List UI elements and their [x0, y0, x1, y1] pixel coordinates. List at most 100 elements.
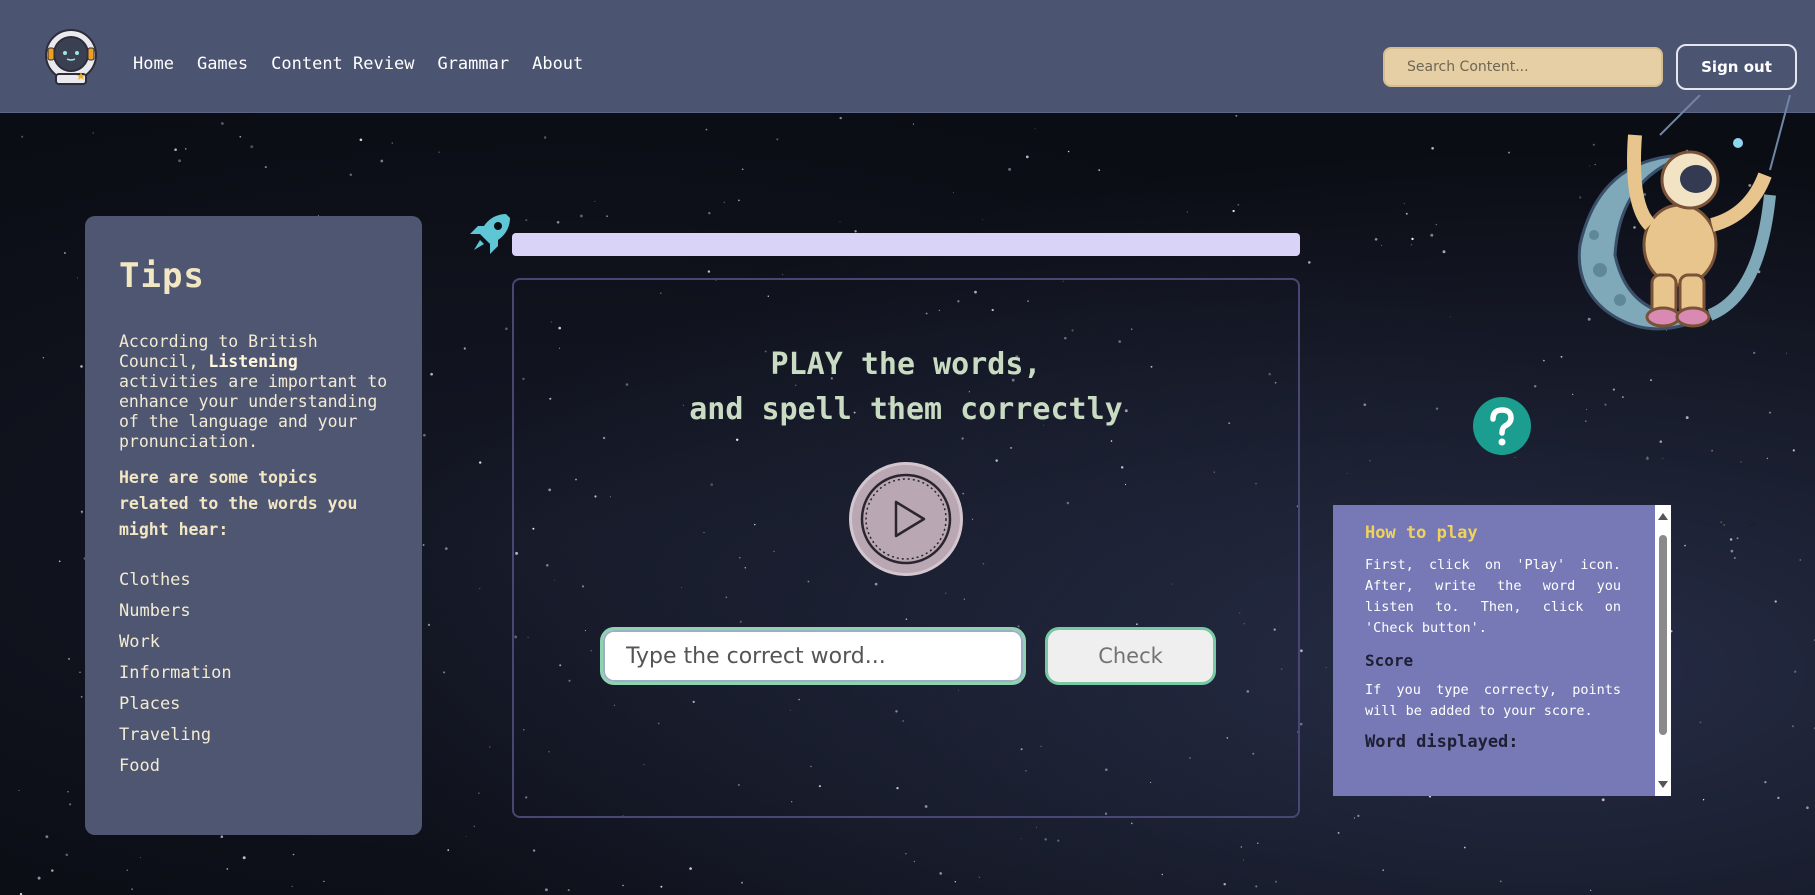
star	[1382, 869, 1384, 871]
star	[1067, 150, 1070, 153]
star	[184, 148, 187, 150]
star	[76, 277, 79, 279]
nav-grammar-link[interactable]: Grammar	[437, 54, 509, 74]
star	[1463, 846, 1466, 849]
star	[1363, 403, 1367, 407]
star	[465, 836, 467, 837]
star	[708, 211, 711, 215]
star	[1337, 831, 1340, 834]
star	[723, 201, 725, 203]
star	[80, 510, 84, 513]
star	[58, 560, 61, 563]
navbar: Home Games Content Review Grammar About …	[0, 0, 1815, 113]
star	[606, 215, 609, 218]
star	[79, 671, 81, 673]
help-button[interactable]	[1473, 397, 1531, 455]
how-to-play-text: First, click on 'Play' icon. After, writ…	[1365, 557, 1621, 636]
star	[1299, 722, 1303, 726]
how-to-play-title: How to play	[1365, 523, 1478, 543]
star	[1369, 459, 1371, 462]
star	[1186, 211, 1188, 213]
star	[1223, 882, 1226, 886]
tips-intro-text-rest: activities are important to enhance your…	[119, 372, 388, 451]
star	[69, 803, 72, 806]
star	[1442, 250, 1446, 254]
tips-panel: Tips According to British Council, Liste…	[85, 216, 422, 835]
main-nav: Home Games Content Review Grammar About	[133, 54, 583, 74]
topic-item: Food	[119, 756, 160, 776]
star	[556, 220, 560, 224]
star	[1792, 449, 1795, 452]
star	[479, 588, 481, 590]
star	[782, 274, 784, 275]
star	[139, 857, 141, 859]
star	[1604, 403, 1607, 406]
star	[1766, 457, 1769, 460]
star	[1034, 128, 1036, 130]
word-input[interactable]	[600, 627, 1026, 685]
star	[741, 881, 743, 884]
topic-item: Clothes	[119, 570, 191, 590]
scroll-up-icon[interactable]	[1658, 513, 1668, 520]
star	[1308, 261, 1311, 264]
star	[1057, 839, 1060, 842]
star	[939, 872, 943, 875]
star	[65, 853, 69, 857]
star	[422, 544, 425, 546]
star	[1449, 316, 1451, 318]
star	[1232, 209, 1235, 213]
star	[1411, 237, 1414, 241]
star	[478, 461, 482, 464]
star	[250, 145, 254, 149]
star	[391, 142, 393, 144]
star	[1237, 203, 1240, 206]
star	[1499, 880, 1502, 883]
star	[1662, 457, 1664, 459]
topics-list: Clothes Numbers Work Information Places …	[119, 565, 388, 782]
nav-content-review-link[interactable]: Content Review	[271, 54, 414, 74]
astronaut-logo-icon[interactable]	[42, 28, 100, 86]
star	[1357, 814, 1360, 818]
star	[1736, 537, 1739, 540]
topic-item: Places	[119, 694, 181, 714]
rocket-icon	[470, 214, 510, 254]
topic-item: Information	[119, 663, 232, 683]
scroll-down-icon[interactable]	[1658, 781, 1668, 788]
scroll-thumb[interactable]	[1659, 535, 1667, 735]
star	[359, 138, 363, 142]
question-icon	[1490, 407, 1514, 446]
star	[63, 252, 66, 254]
star	[430, 372, 433, 376]
play-button[interactable]	[849, 462, 963, 576]
nav-games-link[interactable]: Games	[197, 54, 248, 74]
star	[839, 221, 841, 223]
game-title: PLAY the words, and spell them correctly	[514, 342, 1298, 432]
star	[444, 547, 448, 550]
star	[1435, 223, 1437, 226]
sign-out-button[interactable]: Sign out	[1676, 44, 1797, 90]
star	[1560, 355, 1563, 358]
star	[594, 200, 596, 203]
star	[427, 623, 431, 627]
game-box: PLAY the words, and spell them correctly…	[512, 278, 1300, 818]
how-to-play-panel[interactable]: How to play First, click on 'Play' icon.…	[1333, 505, 1671, 796]
star	[423, 433, 426, 437]
star	[707, 270, 711, 273]
help-scrollbar[interactable]	[1655, 505, 1671, 796]
star	[913, 860, 916, 863]
star	[291, 885, 294, 888]
nav-home-link[interactable]: Home	[133, 54, 174, 74]
nav-about-link[interactable]: About	[532, 54, 583, 74]
tips-topics-heading: Here are some topics related to the word…	[119, 468, 358, 539]
star	[905, 853, 907, 855]
star	[349, 173, 353, 176]
star	[1044, 838, 1047, 841]
star	[738, 199, 740, 202]
star	[567, 889, 570, 892]
star	[220, 835, 224, 838]
star	[1514, 457, 1516, 459]
check-button[interactable]: Check	[1045, 627, 1216, 685]
star	[689, 867, 692, 870]
search-input[interactable]	[1383, 47, 1663, 87]
topic-item: Traveling	[119, 725, 212, 745]
